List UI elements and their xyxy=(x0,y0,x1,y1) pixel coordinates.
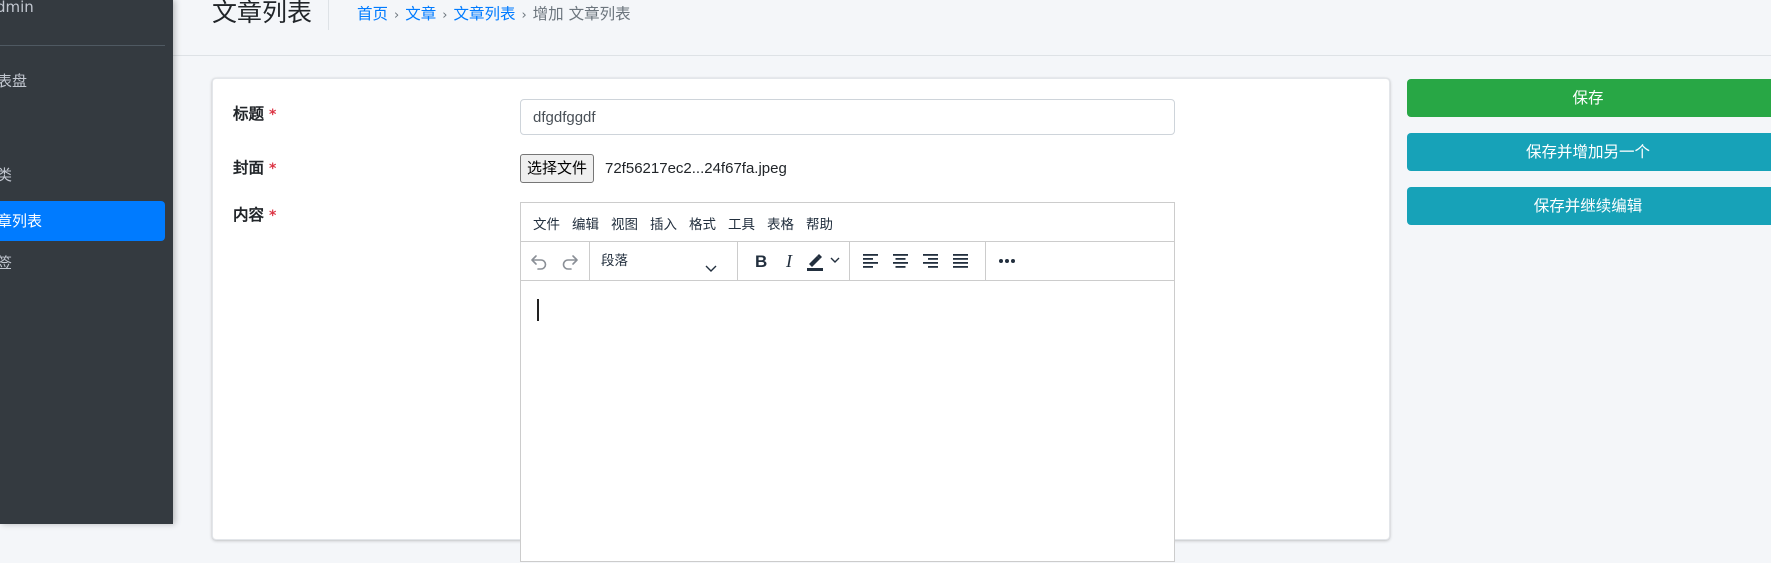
block-format-value: 段落 xyxy=(601,253,628,269)
menu-edit[interactable]: 编辑 xyxy=(572,213,599,233)
svg-text:I: I xyxy=(785,252,793,270)
breadcrumb-home-link[interactable]: 首页 xyxy=(357,5,388,23)
toolbar-separator xyxy=(985,242,986,280)
cover-label: 封面 * xyxy=(233,156,276,178)
toolbar-separator xyxy=(737,242,738,280)
block-format-select[interactable]: 段落 xyxy=(599,247,717,275)
breadcrumb-separator: › xyxy=(394,8,400,23)
sidebar-item-label: 签 xyxy=(0,254,13,272)
menu-insert[interactable]: 插入 xyxy=(650,213,677,233)
required-mark: * xyxy=(269,161,277,177)
breadcrumb: 首页 › 文章 › 文章列表 › 增加 文章列表 xyxy=(357,3,631,27)
content-header: 文章列表 首页 › 文章 › 文章列表 › 增加 文章列表 xyxy=(173,0,1771,56)
svg-text:B: B xyxy=(755,252,767,270)
cover-filename: 72f56217ec2...24f67fa.jpeg xyxy=(605,160,787,177)
breadcrumb-article-list-link[interactable]: 文章列表 xyxy=(453,5,515,23)
toolbar-separator xyxy=(589,242,590,280)
highlight-icon[interactable] xyxy=(804,247,844,275)
content-label-text: 内容 xyxy=(233,206,265,224)
save-and-continue-button[interactable]: 保存并继续编辑 xyxy=(1407,187,1771,225)
save-and-continue-label: 保存并继续编辑 xyxy=(1533,197,1643,215)
title-label: 标题 * xyxy=(233,102,276,124)
sidebar-divider xyxy=(0,45,165,46)
save-button[interactable]: 保存 xyxy=(1407,79,1771,117)
choose-file-button[interactable]: 选择文件 xyxy=(520,154,595,183)
toolbar-separator xyxy=(849,242,850,280)
save-button-label: 保存 xyxy=(1572,89,1604,107)
bold-icon[interactable]: B xyxy=(747,247,775,275)
cover-label-text: 封面 xyxy=(233,159,265,177)
align-right-icon[interactable] xyxy=(917,247,945,275)
align-center-icon[interactable] xyxy=(887,247,915,275)
save-and-add-another-button[interactable]: 保存并增加另一个 xyxy=(1407,133,1771,171)
form-card: 标题* 封面* 选择文件 72f56217ec2...24f67fa.jpeg … xyxy=(212,78,1390,562)
menu-table[interactable]: 表格 xyxy=(767,213,794,233)
title-input[interactable] xyxy=(520,99,1175,135)
sidebar-item-tags[interactable]: 签 xyxy=(0,243,165,283)
breadcrumb-current: 增加 文章列表 xyxy=(532,5,631,23)
breadcrumb-articles-link[interactable]: 文章 xyxy=(405,5,436,23)
sidebar: dmin 表盘 类 章列表 签 xyxy=(0,0,173,524)
menu-file[interactable]: 文件 xyxy=(533,213,560,233)
menu-format[interactable]: 格式 xyxy=(689,213,716,233)
menu-help[interactable]: 帮助 xyxy=(806,213,833,233)
sidebar-item-categories[interactable]: 类 xyxy=(0,155,165,195)
content-label: 内容 * xyxy=(233,203,276,225)
menu-tools[interactable]: 工具 xyxy=(728,213,755,233)
editor-toolbar: 段落 B I xyxy=(521,242,1174,281)
sidebar-item-dashboard[interactable]: 表盘 xyxy=(0,61,165,101)
required-mark: * xyxy=(269,107,277,123)
redo-icon[interactable] xyxy=(556,247,584,275)
breadcrumb-separator: › xyxy=(521,8,527,23)
editor-menubar: 文件 编辑 视图 插入 格式 工具 表格 帮助 xyxy=(521,203,1174,242)
sidebar-user-name[interactable]: dmin xyxy=(0,0,34,17)
menu-view[interactable]: 视图 xyxy=(611,213,638,233)
sidebar-item-label: 表盘 xyxy=(0,72,28,90)
save-and-add-another-label: 保存并增加另一个 xyxy=(1525,143,1650,161)
sidebar-item-label: 章列表 xyxy=(0,212,43,230)
align-left-icon[interactable] xyxy=(857,247,885,275)
text-caret xyxy=(537,299,539,321)
sidebar-item-label: 类 xyxy=(0,166,13,184)
italic-icon[interactable]: I xyxy=(776,247,804,275)
page-title: 文章列表 xyxy=(212,0,330,30)
breadcrumb-separator: › xyxy=(442,8,448,23)
required-mark: * xyxy=(269,208,277,224)
more-icon[interactable] xyxy=(993,247,1021,275)
title-label-text: 标题 xyxy=(233,105,265,123)
chevron-down-icon xyxy=(705,256,717,284)
rich-text-editor: 文件 编辑 视图 插入 格式 工具 表格 帮助 段落 B I xyxy=(520,202,1175,562)
justify-icon[interactable] xyxy=(947,247,975,275)
undo-icon[interactable] xyxy=(525,247,553,275)
editor-content-area[interactable] xyxy=(521,281,1174,563)
sidebar-item-article-list[interactable]: 章列表 xyxy=(0,201,165,241)
